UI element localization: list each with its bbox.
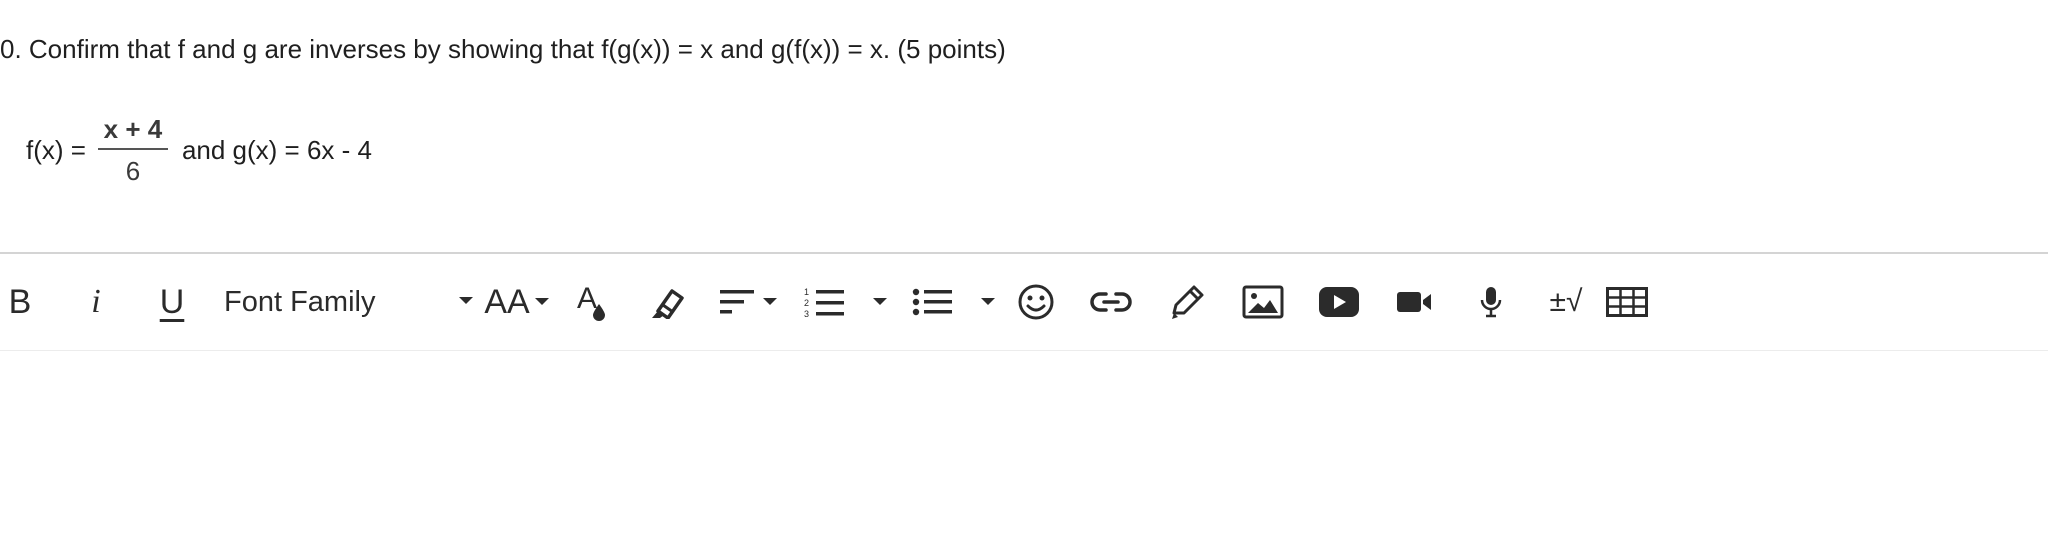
bulleted-list-dropdown[interactable] xyxy=(906,254,1002,350)
g-definition: and g(x) = 6x - 4 xyxy=(181,134,372,165)
underline-icon: U xyxy=(159,282,185,321)
align-dropdown[interactable] xyxy=(716,254,782,350)
draw-button[interactable] xyxy=(1164,254,1210,350)
link-button[interactable] xyxy=(1088,254,1134,350)
bulleted-list-icon xyxy=(912,288,952,316)
chevron-down-icon xyxy=(459,297,473,304)
svg-text:2: 2 xyxy=(804,298,809,308)
font-family-dropdown[interactable]: Font Family xyxy=(224,254,474,350)
link-icon xyxy=(1090,292,1132,312)
draw-icon xyxy=(1172,285,1204,319)
font-size-button[interactable]: AA xyxy=(484,254,550,350)
chevron-down-icon xyxy=(763,298,777,305)
font-size-icon: AA xyxy=(484,282,530,321)
chevron-down-icon xyxy=(981,298,995,305)
video-icon xyxy=(1397,292,1431,312)
f-label: f(x) = xyxy=(26,134,86,165)
bold-icon: B xyxy=(8,282,32,321)
svg-text:A: A xyxy=(577,282,597,315)
svg-text:3: 3 xyxy=(804,309,809,318)
editor-toolbar: B i U Font Family AA A 1 2 3 ±√ xyxy=(0,254,2048,350)
toolbar-bottom-border xyxy=(0,350,2048,351)
italic-icon: i xyxy=(91,283,101,320)
formula: f(x) = x + 4 6 and g(x) = 6x - 4 xyxy=(26,108,372,192)
image-button[interactable] xyxy=(1240,254,1286,350)
font-family-label: Font Family xyxy=(224,285,376,318)
fraction: x + 4 6 xyxy=(97,114,168,186)
underline-button[interactable]: U xyxy=(152,254,192,350)
table-button[interactable] xyxy=(1604,254,1650,350)
question-text: 0. Confirm that f and g are inverses by … xyxy=(0,34,1006,64)
emoji-icon xyxy=(1018,284,1054,320)
svg-text:1: 1 xyxy=(804,287,809,297)
numbered-list-dropdown[interactable]: 1 2 3 xyxy=(798,254,894,350)
math-button[interactable]: ±√ xyxy=(1536,254,1596,350)
fraction-numerator: x + 4 xyxy=(103,114,163,144)
text-color-icon: A xyxy=(577,282,605,321)
microphone-icon xyxy=(1480,287,1502,318)
fraction-denominator: 6 xyxy=(125,156,141,186)
emoji-button[interactable] xyxy=(1014,254,1058,350)
table-icon xyxy=(1606,287,1648,317)
bold-button[interactable]: B xyxy=(2,254,38,350)
numbered-list-icon: 1 2 3 xyxy=(804,287,844,318)
math-icon: ±√ xyxy=(1549,285,1583,318)
youtube-icon xyxy=(1319,287,1359,317)
youtube-button[interactable] xyxy=(1316,254,1362,350)
image-icon xyxy=(1242,285,1284,319)
highlight-icon xyxy=(652,289,684,319)
highlight-button[interactable] xyxy=(646,254,692,350)
editor-body[interactable] xyxy=(0,352,2048,552)
chevron-down-icon xyxy=(873,298,887,305)
video-button[interactable] xyxy=(1392,254,1438,350)
italic-button[interactable]: i xyxy=(80,254,112,350)
microphone-button[interactable] xyxy=(1468,254,1514,350)
text-color-button[interactable]: A xyxy=(570,254,616,350)
chevron-down-icon xyxy=(534,298,549,305)
align-icon xyxy=(720,290,754,314)
